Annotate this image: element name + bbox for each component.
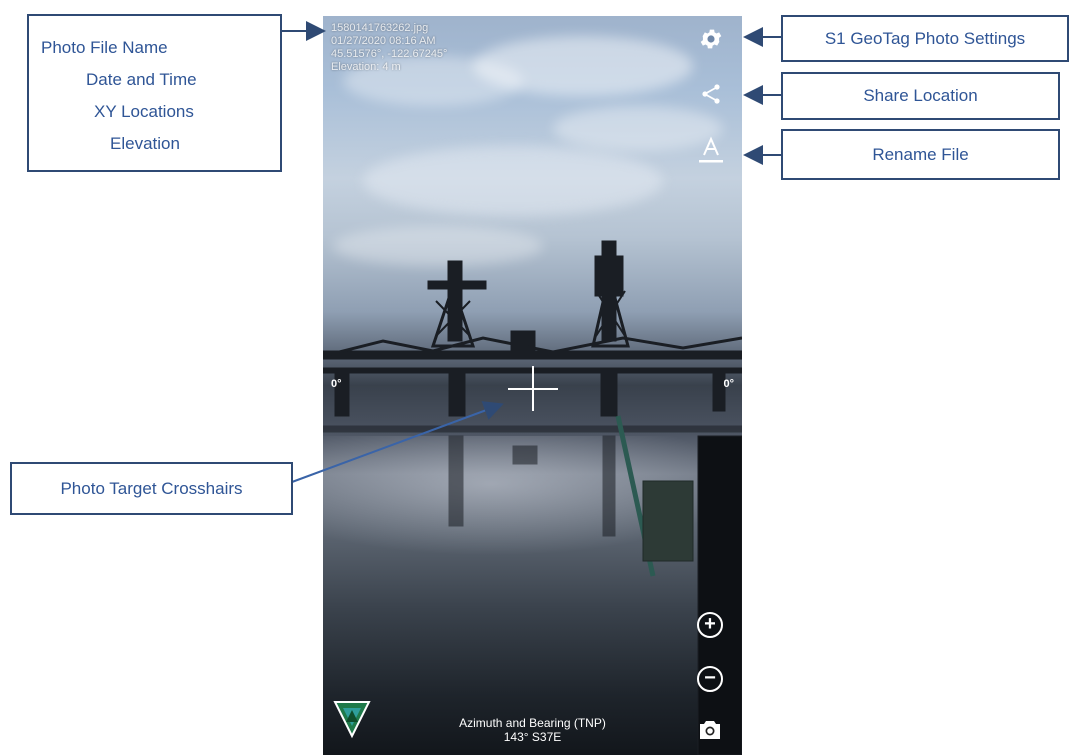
arrow-crosshairs (291, 401, 504, 483)
callout-crosshairs: Photo Target Crosshairs (10, 462, 293, 515)
callout-elevation: Elevation (110, 134, 180, 153)
callout-settings: S1 GeoTag Photo Settings (781, 15, 1069, 62)
callout-rename: Rename File (781, 129, 1060, 180)
callout-date-time: Date and Time (86, 70, 197, 89)
callout-overlay-info: Photo File Name Date and Time XY Locatio… (27, 14, 282, 172)
callout-xy-locations: XY Locations (94, 102, 194, 121)
callout-share: Share Location (781, 72, 1060, 120)
callout-file-name: Photo File Name (41, 38, 168, 57)
